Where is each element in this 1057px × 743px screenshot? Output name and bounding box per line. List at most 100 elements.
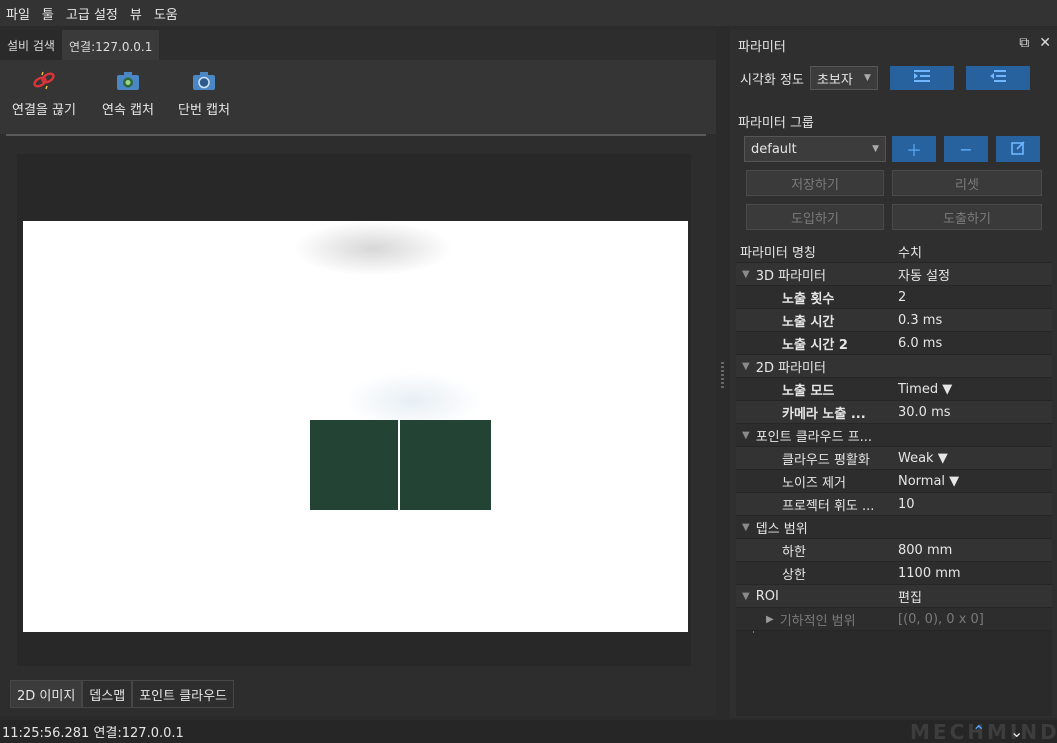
table-row[interactable]: 하한 800 mm — [736, 539, 1052, 562]
collapse-arrow-icon[interactable]: ▼ — [742, 361, 750, 372]
plus-icon: ＋ — [905, 141, 922, 160]
table-row[interactable]: ▼ 2D 파라미터 — [736, 355, 1052, 378]
float-window-icon[interactable]: ⧉ — [1019, 35, 1029, 51]
table-row[interactable]: 카메라 노출 ... 30.0 ms — [736, 401, 1052, 424]
save-button[interactable]: 저장하기 — [746, 170, 884, 196]
minus-icon: − — [959, 139, 973, 159]
param-value[interactable]: 10 — [898, 493, 1048, 516]
tab-connection[interactable]: 연결:127.0.0.1 — [61, 30, 160, 60]
menu-view[interactable]: 뷰 — [130, 4, 142, 23]
table-header: 파라미터 명칭 수치 — [736, 240, 1052, 263]
param-value[interactable]: 편집 — [898, 585, 1048, 608]
param-value[interactable]: Timed ▼ — [898, 378, 1048, 401]
green-box-right — [400, 420, 491, 510]
param-name: 포인트 클라우드 프... — [755, 429, 873, 445]
visual-level-value: 초보자 — [816, 72, 853, 88]
splitter-handle[interactable] — [721, 362, 724, 390]
collapse-arrow-icon[interactable]: ▼ — [742, 430, 750, 441]
param-value[interactable]: 2 — [898, 286, 1048, 309]
param-value[interactable]: Normal ▼ — [898, 470, 1048, 493]
param-name: 2D 파라미터 — [755, 360, 826, 376]
param-group-select[interactable]: default ▼ — [744, 136, 886, 162]
camera-icon — [191, 70, 217, 96]
view-tabs: 2D 이미지 뎁스맵 포인트 클라우드 — [10, 680, 235, 708]
tab-point-cloud[interactable]: 포인트 클라우드 — [132, 680, 235, 708]
collapse-all-button[interactable] — [965, 66, 1030, 90]
param-group-value: default — [751, 141, 797, 157]
device-tabs: 설비 검색 연결:127.0.0.1 — [0, 30, 160, 60]
export-button[interactable]: 도출하기 — [892, 204, 1042, 230]
broken-link-icon — [31, 70, 57, 96]
edit-icon — [1011, 140, 1025, 159]
menu-advanced[interactable]: 고급 설정 — [66, 4, 118, 23]
param-value[interactable]: Weak ▼ — [898, 447, 1048, 470]
table-row[interactable]: ▼ 3D 파라미터 자동 설정 — [736, 263, 1052, 286]
visual-level-select[interactable]: 초보자 ▼ — [809, 66, 878, 90]
param-value[interactable]: 1100 mm — [898, 562, 1048, 585]
rename-group-button[interactable] — [996, 136, 1040, 162]
param-name: 노출 모드 — [782, 383, 835, 399]
table-row[interactable]: 노출 시간 0.3 ms — [736, 309, 1052, 332]
indent-icon — [913, 70, 930, 86]
param-name: 노출 시간 2 — [782, 337, 848, 353]
captured-2d-image — [23, 221, 688, 632]
param-value[interactable] — [898, 516, 1048, 539]
param-value: [(0, 0), 0 x 0] — [898, 611, 984, 627]
tab-2d-image[interactable]: 2D 이미지 — [10, 680, 83, 708]
chevron-down-icon[interactable]: ⌄ — [1010, 722, 1023, 741]
import-button[interactable]: 도입하기 — [746, 204, 884, 230]
param-name: 뎁스 범위 — [755, 521, 808, 537]
param-name: 노출 횟수 — [782, 291, 835, 307]
table-row[interactable]: 프로젝터 휘도 ... 10 — [736, 493, 1052, 516]
table-row[interactable]: ▶ 기하적인 범위 [(0, 0), 0 x 0] — [736, 608, 1052, 631]
param-value[interactable]: 30.0 ms — [898, 401, 1048, 424]
tab-device-search[interactable]: 설비 검색 — [0, 30, 62, 60]
param-name: 기하적인 범위 — [779, 613, 856, 629]
add-group-button[interactable]: ＋ — [892, 136, 936, 162]
table-row[interactable]: ▼ 포인트 클라우드 프... — [736, 424, 1052, 447]
collapse-arrow-icon[interactable]: ▼ — [742, 269, 750, 280]
disconnect-button[interactable]: 연결을 끊기 — [12, 70, 76, 118]
param-value[interactable]: 자동 설정 — [898, 263, 1048, 286]
param-name: ROI — [755, 588, 779, 604]
param-value[interactable]: 800 mm — [898, 539, 1048, 562]
collapse-arrow-icon[interactable]: ▼ — [742, 591, 750, 602]
table-row[interactable]: 노출 시간 2 6.0 ms — [736, 332, 1052, 355]
param-value[interactable] — [898, 424, 1048, 447]
image-viewer[interactable] — [17, 154, 691, 666]
header-name: 파라미터 명칭 — [740, 245, 816, 261]
menu-tools[interactable]: 툴 — [42, 4, 54, 23]
table-row[interactable]: 클라우드 평활화 Weak ▼ — [736, 447, 1052, 470]
table-row[interactable]: ▼ ROI 편집 — [736, 585, 1052, 608]
disconnect-label: 연결을 끊기 — [12, 103, 76, 118]
reset-button[interactable]: 리셋 — [892, 170, 1042, 196]
table-row[interactable]: 노출 횟수 2 — [736, 286, 1052, 309]
table-row[interactable]: 상한 1100 mm — [736, 562, 1052, 585]
status-bar: 11:25:56.281 연결:127.0.0.1 — [0, 720, 1057, 743]
collapse-arrow-icon[interactable]: ▼ — [742, 522, 750, 533]
remove-group-button[interactable]: − — [944, 136, 988, 162]
single-capture-button[interactable]: 단번 캡처 — [178, 70, 230, 118]
video-camera-icon — [115, 70, 141, 96]
main-area: 설비 검색 연결:127.0.0.1 연결을 끊기 연속 캡처 단번 캡처 2D… — [0, 30, 716, 716]
chevron-up-icon[interactable]: ⌃ — [972, 722, 985, 741]
parameter-table: 파라미터 명칭 수치 ▼ 3D 파라미터 자동 설정 노출 횟수 2 노출 시간 … — [736, 240, 1052, 716]
param-value[interactable] — [898, 355, 1048, 378]
outdent-icon — [989, 70, 1006, 86]
continuous-capture-button[interactable]: 연속 캡처 — [102, 70, 154, 118]
param-value[interactable]: 6.0 ms — [898, 332, 1048, 355]
chevron-down-icon: ▼ — [872, 144, 879, 154]
tab-depth-map[interactable]: 뎁스맵 — [82, 680, 133, 708]
menu-help[interactable]: 도움 — [154, 4, 178, 23]
close-icon[interactable]: ✕ — [1039, 35, 1051, 51]
table-row[interactable]: ▼ 뎁스 범위 — [736, 516, 1052, 539]
table-row[interactable]: 노이즈 제거 Normal ▼ — [736, 470, 1052, 493]
visual-level-label: 시각화 정도 — [740, 72, 804, 88]
param-value[interactable]: 0.3 ms — [898, 309, 1048, 332]
param-name: 카메라 노출 ... — [782, 406, 866, 422]
expand-all-button[interactable] — [889, 66, 954, 90]
table-row[interactable]: 노출 모드 Timed ▼ — [736, 378, 1052, 401]
expand-arrow-icon[interactable]: ▶ — [766, 614, 774, 625]
menu-file[interactable]: 파일 — [6, 4, 30, 23]
green-box-left — [310, 420, 398, 510]
